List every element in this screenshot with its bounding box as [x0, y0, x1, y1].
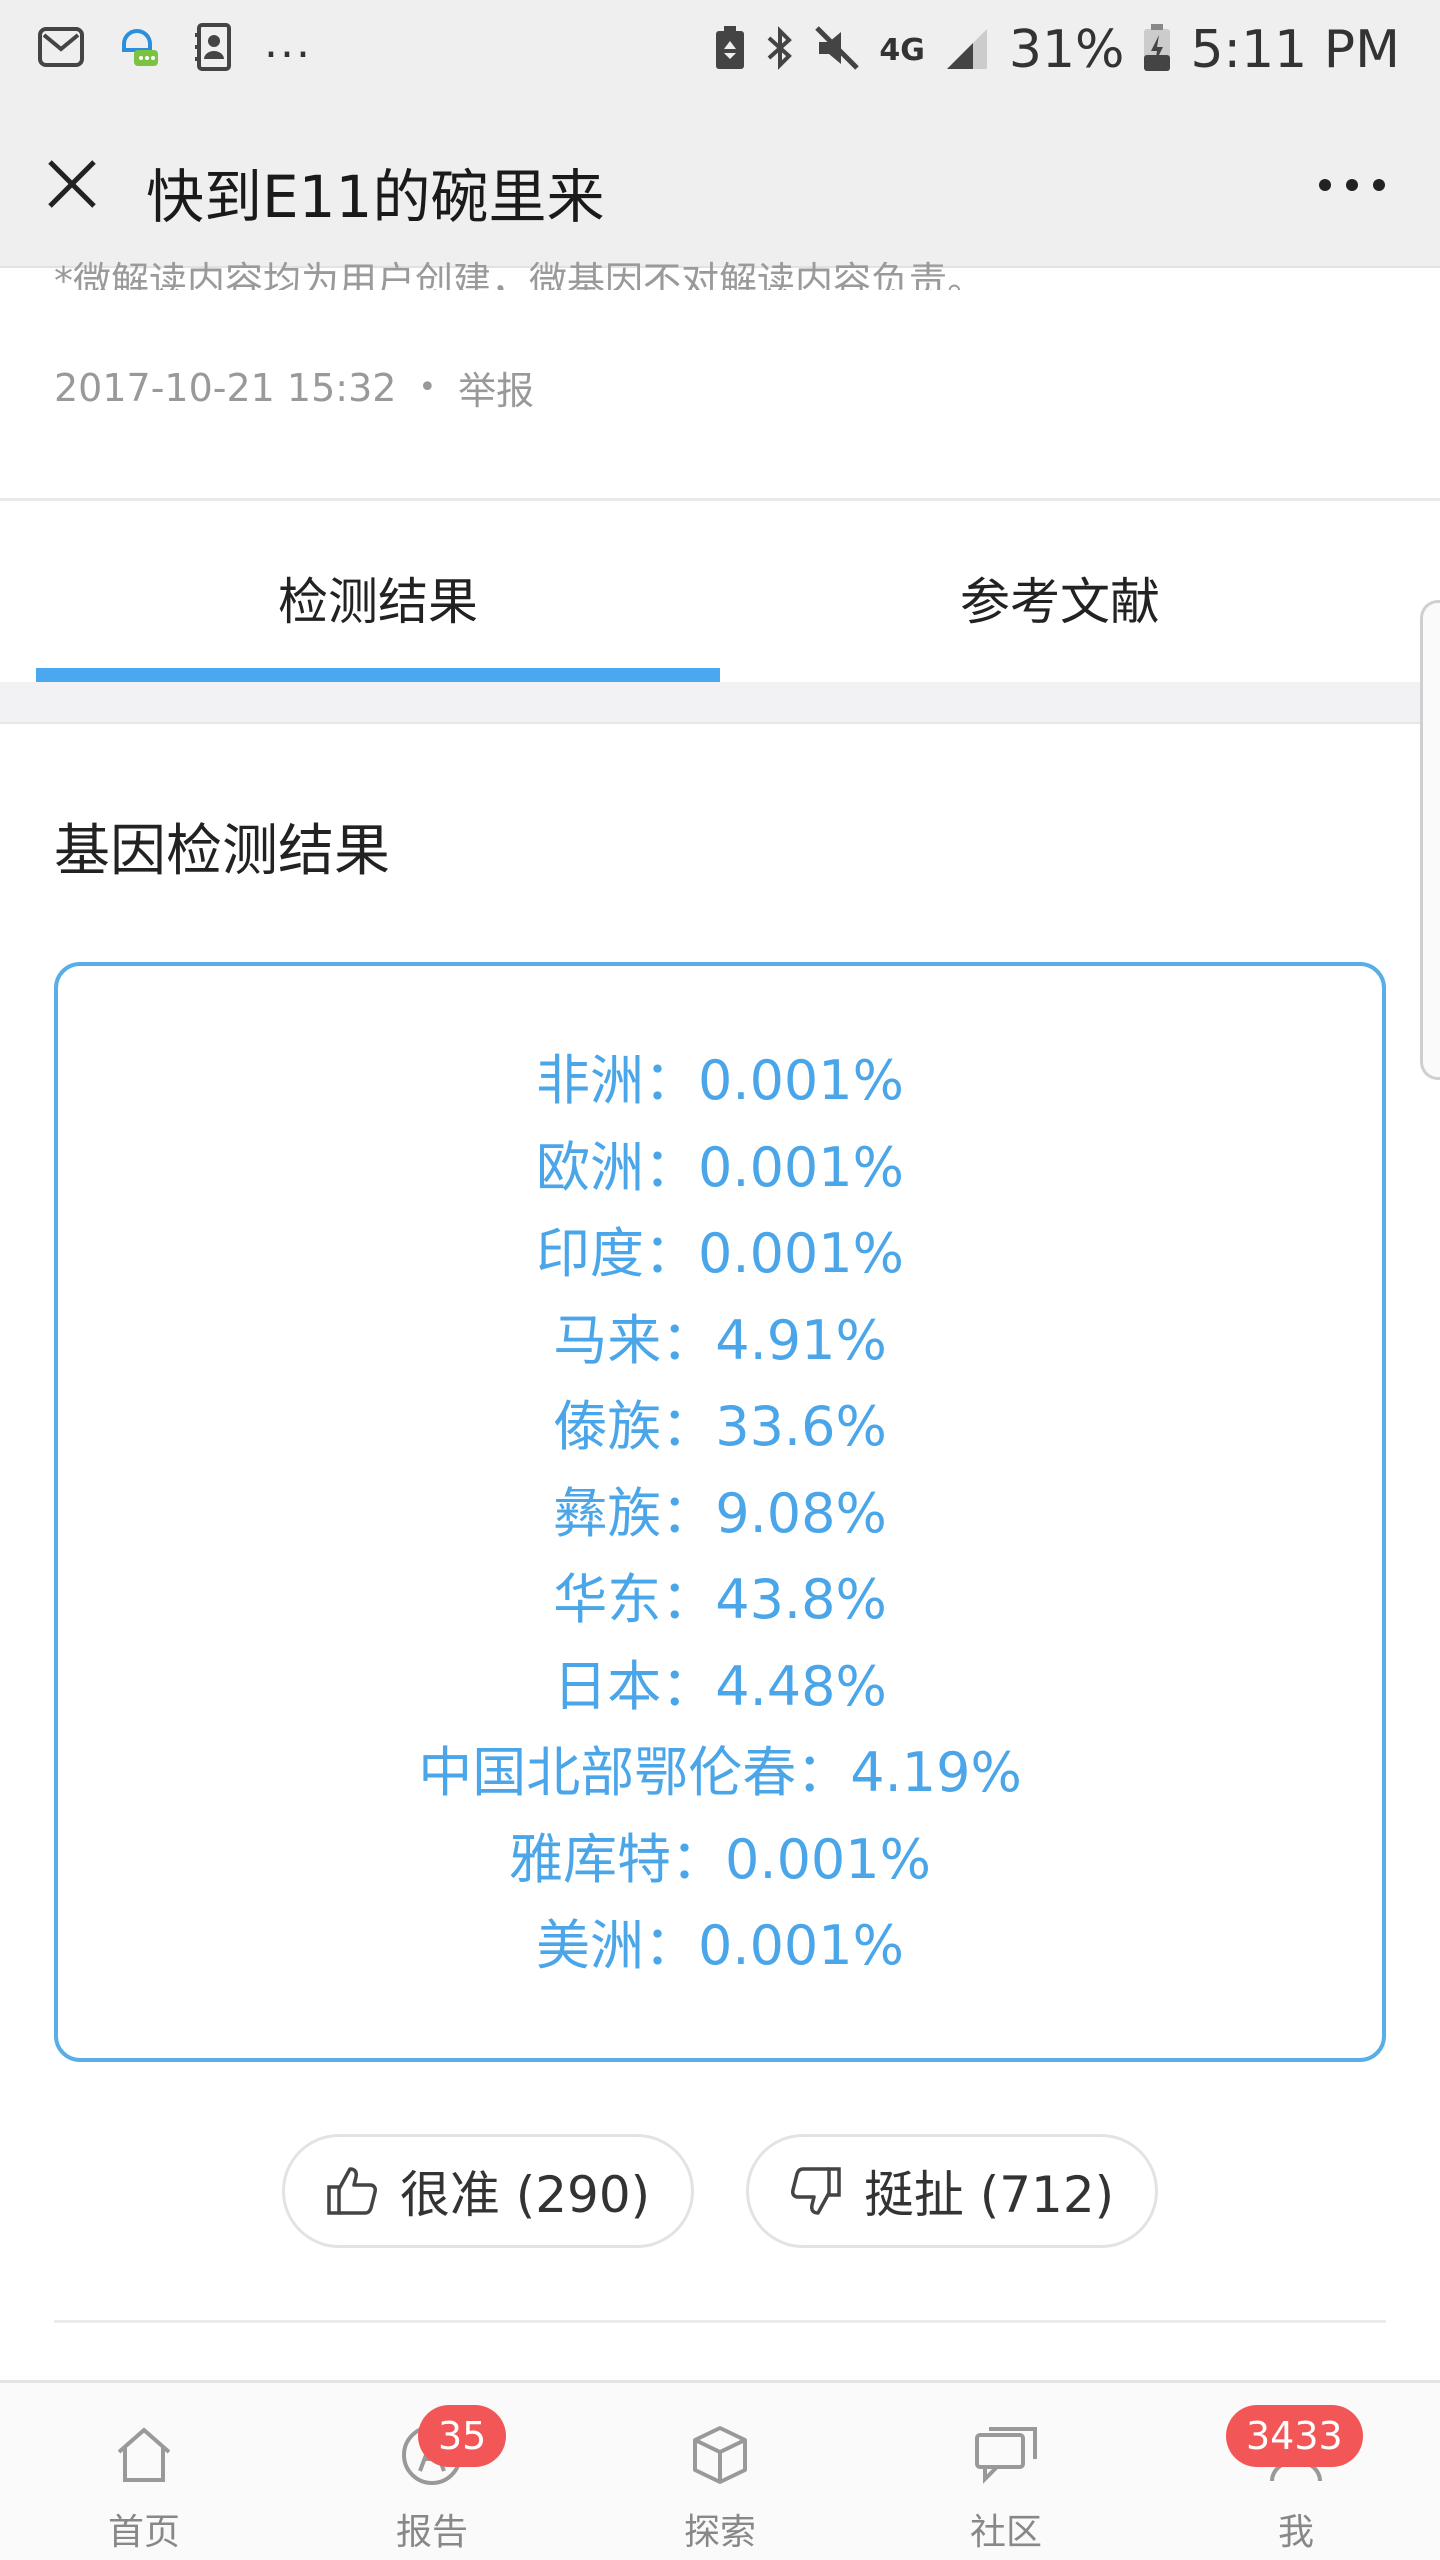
result-value: 4.48% [715, 1654, 887, 1718]
divider [0, 498, 1440, 501]
result-row: 印度：0.001% [58, 1211, 1382, 1298]
result-region: 傣族： [553, 1395, 716, 1458]
result-value: 33.6% [715, 1395, 887, 1458]
thumbs-down-icon [790, 2167, 841, 2215]
tabbar-label: 我 [1277, 2512, 1314, 2553]
chat-notification-icon [112, 22, 162, 72]
network-type: 4G [879, 32, 925, 68]
result-row: 傣族：33.6% [58, 1384, 1382, 1471]
result-row: 中国北部鄂伦春：4.19% [58, 1730, 1382, 1817]
result-value: 0.001% [698, 1135, 904, 1199]
contacts-notification-icon [188, 22, 238, 72]
report-badge: 35 [418, 2405, 507, 2467]
tabbar-item-me[interactable]: 3433 我 [1196, 2383, 1396, 2560]
result-region: 马来： [553, 1308, 716, 1372]
section-title: 基因检测结果 [54, 819, 390, 884]
tab-results[interactable]: 检测结果 [278, 562, 478, 634]
result-value: 0.001% [698, 1222, 904, 1285]
section-separator [0, 682, 1440, 724]
close-icon [48, 160, 96, 208]
battery-saver-icon [713, 25, 747, 75]
result-region: 美洲： [536, 1914, 699, 1977]
battery-icon [1142, 23, 1172, 77]
thumbs-up-icon [327, 2167, 377, 2215]
more-notifications: ... [264, 16, 312, 68]
tabbar-label: 首页 [107, 2512, 180, 2553]
result-region: 彝族： [553, 1481, 716, 1545]
result-row: 雅库特：0.001% [58, 1817, 1382, 1904]
dislike-button[interactable]: 挺扯 (712) [746, 2134, 1158, 2248]
tabbar-item-home[interactable]: 首页 [44, 2383, 244, 2560]
mail-notification-icon [36, 22, 86, 72]
disclaimer-text: *微解读内容均为用户创建，微基因不对解读内容负责。 [54, 259, 986, 290]
result-value: 4.91% [715, 1308, 887, 1372]
chat-icon [968, 2417, 1044, 2493]
result-value: 0.001% [698, 1049, 904, 1112]
result-row: 彝族：9.08% [58, 1471, 1382, 1558]
side-drawer-handle[interactable] [1420, 600, 1440, 1080]
tabbar-item-report[interactable]: 35 报告 [332, 2383, 532, 2560]
result-region: 非洲： [536, 1049, 699, 1112]
tabbar-label: 报告 [395, 2512, 468, 2553]
result-row: 华东：43.8% [58, 1557, 1382, 1644]
more-dots-icon [1319, 179, 1385, 191]
result-value: 0.001% [698, 1914, 904, 1977]
result-region: 日本： [553, 1654, 716, 1718]
signal-icon [943, 25, 991, 75]
result-row: 马来：4.91% [58, 1298, 1382, 1385]
results-list: 非洲：0.001% 欧洲：0.001% 印度：0.001% 马来：4.91% 傣… [58, 1038, 1382, 1990]
title-bar: 快到E11的碗里来 [0, 100, 1440, 268]
dislike-label: 挺扯 (712) [863, 2166, 1115, 2224]
result-region: 雅库特： [509, 1827, 726, 1891]
home-icon [106, 2417, 182, 2493]
status-bar: ... 4G 31% 5:11 PM [0, 0, 1440, 100]
clock: 5:11 PM [1190, 20, 1400, 80]
battery-percent: 31% [1008, 20, 1125, 80]
report-link[interactable]: 举报 [458, 360, 534, 415]
result-region: 中国北部鄂伦春： [418, 1741, 851, 1804]
result-region: 印度： [536, 1222, 699, 1285]
more-options-button[interactable] [1312, 160, 1392, 210]
result-region: 华东： [553, 1568, 716, 1631]
like-button[interactable]: 很准 (290) [282, 2134, 694, 2248]
bottom-tab-bar: 首页 35 报告 探索 社区 3433 我 [0, 2380, 1440, 2560]
result-row: 美洲：0.001% [58, 1903, 1382, 1990]
post-date: 2017-10-21 15:32 [54, 365, 397, 410]
tabbar-label: 社区 [969, 2512, 1042, 2553]
result-region: 欧洲： [536, 1135, 699, 1199]
result-value: 9.08% [715, 1481, 887, 1545]
cube-icon [682, 2417, 758, 2493]
mute-icon [813, 24, 861, 76]
page-title: 快到E11的碗里来 [146, 163, 605, 231]
post-meta: 2017-10-21 15:32 • 举报 [54, 360, 534, 415]
tab-references[interactable]: 参考文献 [960, 562, 1160, 634]
result-row: 欧洲：0.001% [58, 1125, 1382, 1212]
like-label: 很准 (290) [399, 2166, 651, 2224]
meta-separator: • [418, 370, 437, 405]
profile-badge: 3433 [1226, 2405, 1363, 2467]
divider [54, 2320, 1386, 2323]
result-row: 日本：4.48% [58, 1644, 1382, 1731]
tabbar-item-community[interactable]: 社区 [906, 2383, 1106, 2560]
result-value: 43.8% [715, 1568, 887, 1631]
results-card: 非洲：0.001% 欧洲：0.001% 印度：0.001% 马来：4.91% 傣… [54, 962, 1386, 2062]
bluetooth-icon [765, 24, 795, 76]
result-row: 非洲：0.001% [58, 1038, 1382, 1125]
active-tab-indicator [36, 668, 720, 682]
close-button[interactable] [36, 148, 108, 220]
result-value: 4.19% [850, 1741, 1022, 1804]
tab-bar: 检测结果 参考文献 [0, 502, 1440, 680]
result-value: 0.001% [725, 1827, 931, 1891]
tabbar-label: 探索 [683, 2512, 756, 2553]
tabbar-item-explore[interactable]: 探索 [620, 2383, 820, 2560]
